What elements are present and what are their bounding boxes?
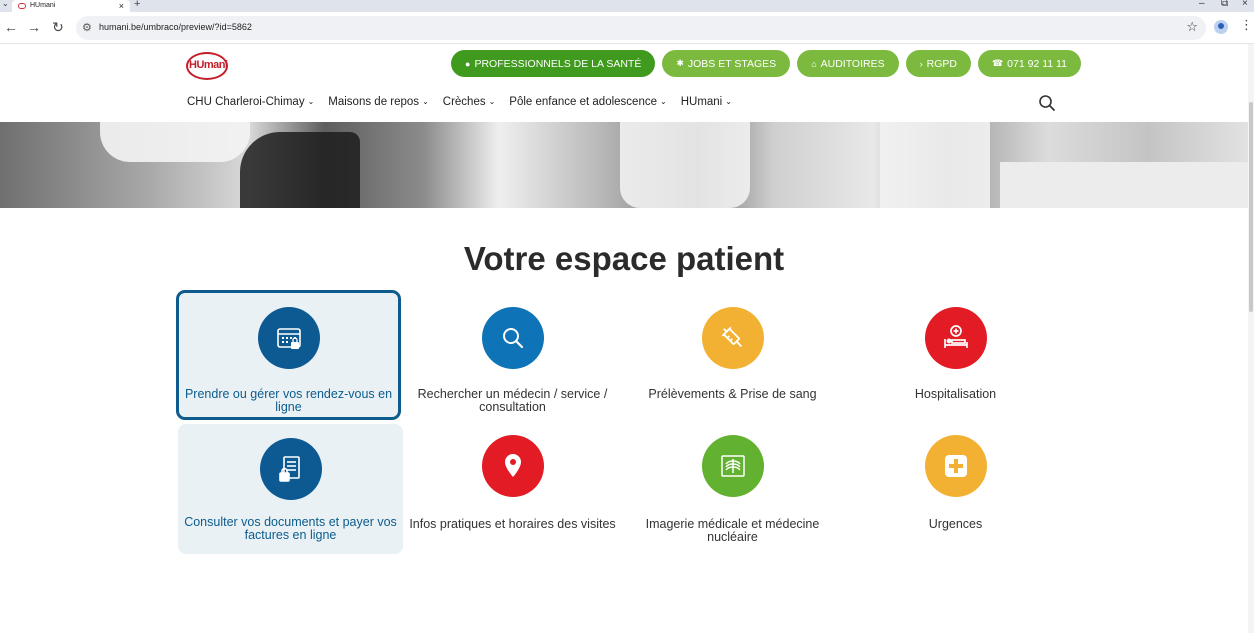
scrollbar-thumb[interactable]: [1249, 102, 1253, 312]
card-blood-test[interactable]: Prélèvements & Prise de sang: [620, 293, 845, 423]
nav-item-humani[interactable]: HUmani ⌄: [681, 96, 732, 108]
phone-icon: ☎: [991, 58, 1004, 68]
card-label: Rechercher un médecin / service / consul…: [417, 387, 608, 414]
card-hospitalisation[interactable]: Hospitalisation: [843, 293, 1068, 423]
main-navigation: CHU Charleroi-Chimay ⌄ Maisons de repos ⌄ …: [187, 96, 732, 108]
tab-title: HUmani: [30, 2, 56, 9]
card-documents-invoices[interactable]: Consulter vos documents et payer vos fac…: [178, 424, 403, 554]
restore-icon[interactable]: ⧉: [1221, 0, 1228, 9]
phone-button[interactable]: ☎ 071 92 11 11: [977, 50, 1081, 77]
browser-tab-strip: ⌄ HUmani × + – ⧉ ×: [0, 0, 1254, 12]
nav-item-pole-enfance[interactable]: Pôle enfance et adolescence ⌄: [509, 96, 666, 108]
search-icon: [477, 307, 544, 375]
user-icon: ●: [465, 58, 471, 69]
profile-avatar-icon[interactable]: [1214, 20, 1228, 34]
phone-label: 071 92 11 11: [1007, 57, 1067, 70]
forward-icon[interactable]: →: [25, 19, 43, 35]
browser-tab[interactable]: HUmani ×: [12, 0, 130, 12]
close-tab-icon[interactable]: ×: [119, 0, 124, 12]
jobs-label: JOBS ET STAGES: [687, 57, 777, 70]
address-bar[interactable]: ⚙ humani.be/umbraco/preview/?id=5862 ☆: [76, 16, 1206, 40]
minimize-icon[interactable]: –: [1199, 0, 1205, 9]
rgpd-button[interactable]: › RGPD: [905, 50, 971, 77]
tab-search-icon[interactable]: ⌄: [2, 0, 9, 8]
card-label: Infos pratiques et horaires des visites: [409, 517, 616, 531]
person-icon: ✱: [676, 58, 684, 68]
reload-icon[interactable]: ↻: [49, 19, 67, 36]
nav-label: Crèches: [442, 96, 486, 108]
logo-text: HUmani: [189, 59, 228, 71]
card-emergency[interactable]: Urgences: [843, 421, 1068, 551]
card-label: Consulter vos documents et payer vos fac…: [184, 515, 397, 542]
bookmark-star-icon[interactable]: ☆: [1186, 19, 1198, 35]
card-label: Hospitalisation: [914, 387, 997, 401]
search-icon[interactable]: [1038, 94, 1056, 112]
hero-image: [0, 122, 1248, 208]
browser-toolbar: ← → ↻ ⚙ humani.be/umbraco/preview/?id=58…: [0, 12, 1254, 44]
card-label: Urgences: [928, 517, 983, 531]
first-aid-icon: [920, 435, 987, 503]
auditoriums-button[interactable]: ⌂ AUDITOIRES: [797, 50, 899, 77]
card-practical-info[interactable]: Infos pratiques et horaires des visites: [400, 421, 625, 551]
jobs-button[interactable]: ✱ JOBS ET STAGES: [662, 50, 791, 77]
hospital-bed-icon: [920, 307, 987, 375]
chevron-down-icon: ⌄: [422, 97, 429, 106]
home-icon: ⌂: [811, 58, 817, 69]
chevron-down-icon: ⌄: [725, 97, 732, 106]
nav-item-creches[interactable]: Crèches ⌄: [443, 96, 496, 108]
chevron-down-icon: ⌄: [307, 97, 315, 106]
card-imaging[interactable]: Imagerie médicale et médecine nucléaire: [620, 421, 845, 551]
card-label: Prendre ou gérer vos rendez-vous en lign…: [184, 387, 393, 414]
close-window-icon[interactable]: ×: [1242, 0, 1248, 9]
page-scrollbar[interactable]: [1248, 44, 1254, 633]
card-appointments[interactable]: Prendre ou gérer vos rendez-vous en lign…: [176, 290, 401, 420]
professionals-label: PROFESSIONNELS DE LA SANTÉ: [474, 57, 642, 70]
nav-item-maisons-de-repos[interactable]: Maisons de repos ⌄: [328, 96, 428, 108]
nav-label: CHU Charleroi-Chimay: [187, 96, 305, 108]
map-pin-icon: [477, 435, 544, 503]
chevron-right-icon: ›: [919, 58, 923, 69]
nav-label: HUmani: [680, 96, 723, 108]
nav-item-chu[interactable]: CHU Charleroi-Chimay ⌄: [187, 96, 314, 108]
chevron-down-icon: ⌄: [660, 97, 667, 106]
card-label: Imagerie médicale et médecine nucléaire: [645, 517, 820, 544]
card-find-doctor[interactable]: Rechercher un médecin / service / consul…: [400, 293, 625, 423]
card-label: Prélèvements & Prise de sang: [648, 387, 817, 401]
top-button-bar: ● PROFESSIONNELS DE LA SANTÉ ✱ JOBS ET S…: [451, 50, 1081, 77]
back-icon[interactable]: ←: [2, 19, 20, 35]
chevron-down-icon: ⌄: [488, 97, 496, 106]
professionals-button[interactable]: ● PROFESSIONNELS DE LA SANTÉ: [451, 50, 656, 77]
xray-icon: [697, 435, 764, 503]
webpage: HUmani ● PROFESSIONNELS DE LA SANTÉ ✱ JO…: [0, 44, 1248, 633]
humani-logo[interactable]: HUmani: [186, 52, 230, 80]
auditoriums-label: AUDITOIRES: [820, 57, 885, 70]
url-text[interactable]: humani.be/umbraco/preview/?id=5862: [99, 22, 252, 32]
favicon-icon: [18, 3, 26, 9]
syringe-icon: [697, 307, 764, 375]
site-info-icon[interactable]: ⚙: [82, 21, 92, 34]
nav-label: Pôle enfance et adolescence: [509, 96, 657, 108]
new-tab-icon[interactable]: +: [134, 0, 140, 10]
page-title: Votre espace patient: [463, 240, 785, 277]
rgpd-label: RGPD: [926, 57, 957, 70]
calendar-lock-icon: [253, 307, 320, 375]
nav-label: Maisons de repos: [328, 96, 420, 108]
browser-menu-icon[interactable]: ⋮: [1240, 17, 1253, 33]
document-lock-icon: [255, 438, 322, 506]
